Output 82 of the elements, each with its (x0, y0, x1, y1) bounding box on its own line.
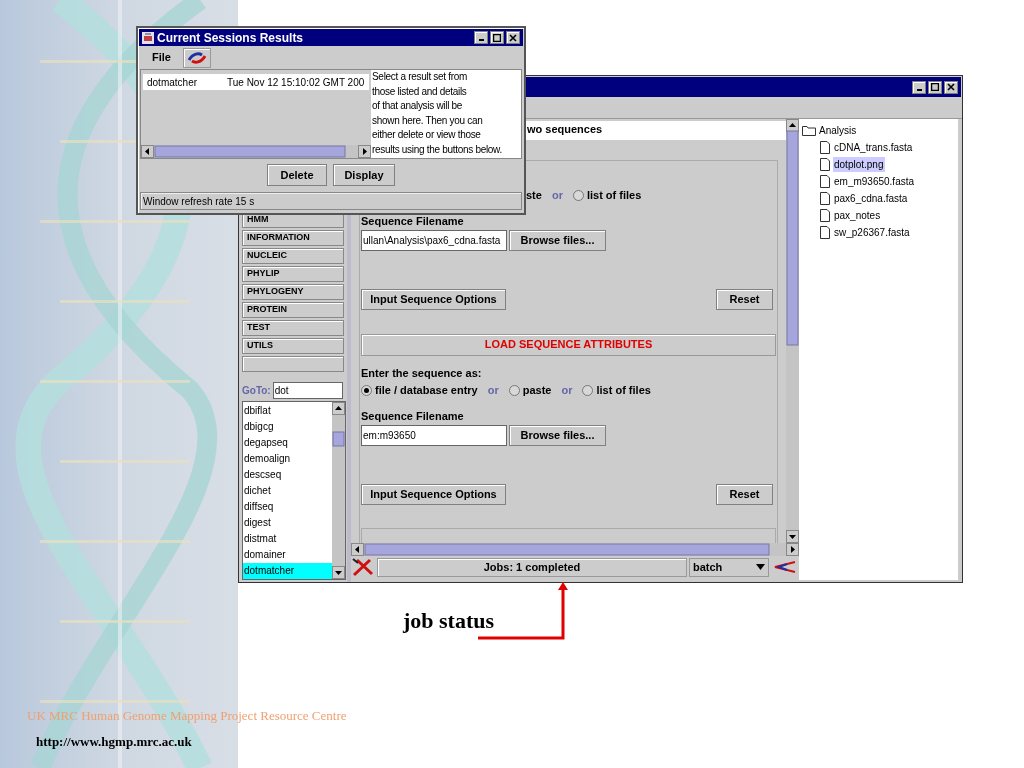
horizontal-scrollbar[interactable] (141, 145, 371, 158)
file-icon (820, 209, 830, 222)
vertical-scrollbar[interactable] (786, 119, 799, 543)
or-label: or (560, 382, 574, 398)
tree-file-item[interactable]: pax_notes (833, 208, 882, 223)
radio-label[interactable]: paste (522, 381, 552, 399)
radio-button[interactable] (361, 384, 372, 396)
or-label: or (550, 187, 564, 203)
maximize-icon (493, 33, 501, 42)
reset-button[interactable]: Reset (716, 288, 773, 310)
file-icon (820, 175, 830, 188)
blank-button[interactable] (242, 356, 344, 372)
program-group-button[interactable]: TEST (242, 320, 344, 336)
app-icon (141, 30, 155, 45)
minimize-icon (478, 39, 484, 41)
browse-files-button[interactable]: Browse files... (509, 229, 606, 251)
mode-dropdown[interactable]: batch (689, 557, 769, 577)
radio-label[interactable]: ste (526, 186, 542, 204)
program-group-button[interactable]: NUCLEIC (242, 248, 344, 264)
minimize-button[interactable] (474, 31, 488, 44)
job-status: Jobs: 1 completed (377, 557, 687, 577)
minimize-button[interactable] (912, 80, 926, 94)
help-text: Select a result set from those listed and details of that analysis will be shown here. Then you can either delete or view those results using the buttons below. (371, 70, 521, 158)
close-button[interactable] (506, 31, 520, 44)
radio-button[interactable] (572, 189, 584, 201)
radio-button[interactable] (508, 384, 520, 396)
program-group-button[interactable]: PHYLOGENY (242, 284, 344, 300)
delete-button[interactable]: Delete (267, 164, 327, 186)
section-title-bar: LOAD SEQUENCE ATTRIBUTES (361, 333, 776, 356)
filename-label: Sequence Filename (361, 409, 465, 422)
maximize-icon (931, 83, 939, 91)
maximize-button[interactable] (490, 31, 504, 44)
menu-item[interactable]: File (152, 49, 171, 66)
close-icon (509, 33, 517, 42)
caret-icon (756, 564, 765, 570)
result-row[interactable]: dotmatcher Tue Nov 12 15:10:02 GMT 200 (143, 74, 369, 90)
filename-label: Sequence Filename (361, 214, 465, 227)
minimize-icon (916, 88, 922, 91)
refresh-button[interactable] (182, 47, 211, 68)
file-icon (820, 192, 830, 205)
file-icon (820, 141, 830, 154)
tree-file-item[interactable]: cDNA_trans.fasta (833, 140, 914, 155)
tree-folder-label[interactable]: Analysis (819, 123, 857, 138)
prompt-label: Enter the sequence as: (361, 366, 483, 379)
filename-field[interactable]: ullan\Analysis\pax6_cdna.fasta (361, 229, 507, 251)
input-sequence-options-button[interactable]: Input Sequence Options (361, 483, 506, 505)
filename-field[interactable]: em:m93650 (361, 424, 507, 446)
annotation-label: job status (403, 607, 495, 635)
reset-button[interactable]: Reset (716, 483, 773, 505)
header-text: wo sequences (527, 122, 603, 137)
tree-file-item[interactable]: pax6_cdna.fasta (833, 191, 909, 206)
radio-label[interactable]: list of files (596, 381, 651, 399)
tools-icon[interactable] (351, 557, 375, 577)
folder-icon (802, 125, 816, 136)
file-icon (820, 226, 830, 239)
radio-label[interactable]: file / database entry (375, 381, 478, 399)
status-bar: Window refresh rate 15 s (140, 192, 522, 210)
arrows-icon (186, 50, 207, 65)
program-group-button[interactable]: UTILS (242, 338, 344, 354)
file-icon (820, 158, 830, 171)
tree-file-item[interactable]: dotplot.png (833, 157, 885, 172)
close-button[interactable] (944, 80, 958, 94)
browse-files-button[interactable]: Browse files... (509, 424, 606, 446)
tree-file-item[interactable]: sw_p26367.fasta (833, 225, 911, 240)
window-title: Current Sessions Results (157, 29, 304, 47)
tree-file-item[interactable]: em_m93650.fasta (833, 174, 916, 189)
input-sequence-options-button[interactable]: Input Sequence Options (361, 288, 506, 310)
program-group-button[interactable]: INFORMATION (242, 230, 344, 246)
display-button[interactable]: Display (333, 164, 395, 186)
program-group-button[interactable]: PHYLIP (242, 266, 344, 282)
radio-button[interactable] (582, 384, 594, 396)
goto-label: GoTo: (242, 384, 271, 398)
close-icon (947, 83, 955, 91)
maximize-button[interactable] (928, 80, 942, 94)
organization-text: UK MRC Human Genome Mapping Project Resource Centre (27, 707, 347, 725)
url-text: http://www.hgmp.mrc.ac.uk (36, 733, 192, 751)
radio-label[interactable]: list of files (586, 186, 642, 204)
vertical-scrollbar[interactable] (332, 402, 345, 579)
program-group-button[interactable]: PROTEIN (242, 302, 344, 318)
or-label: or (486, 382, 500, 398)
goto-field[interactable]: dot (272, 382, 343, 399)
horizontal-scrollbar[interactable] (351, 543, 799, 556)
